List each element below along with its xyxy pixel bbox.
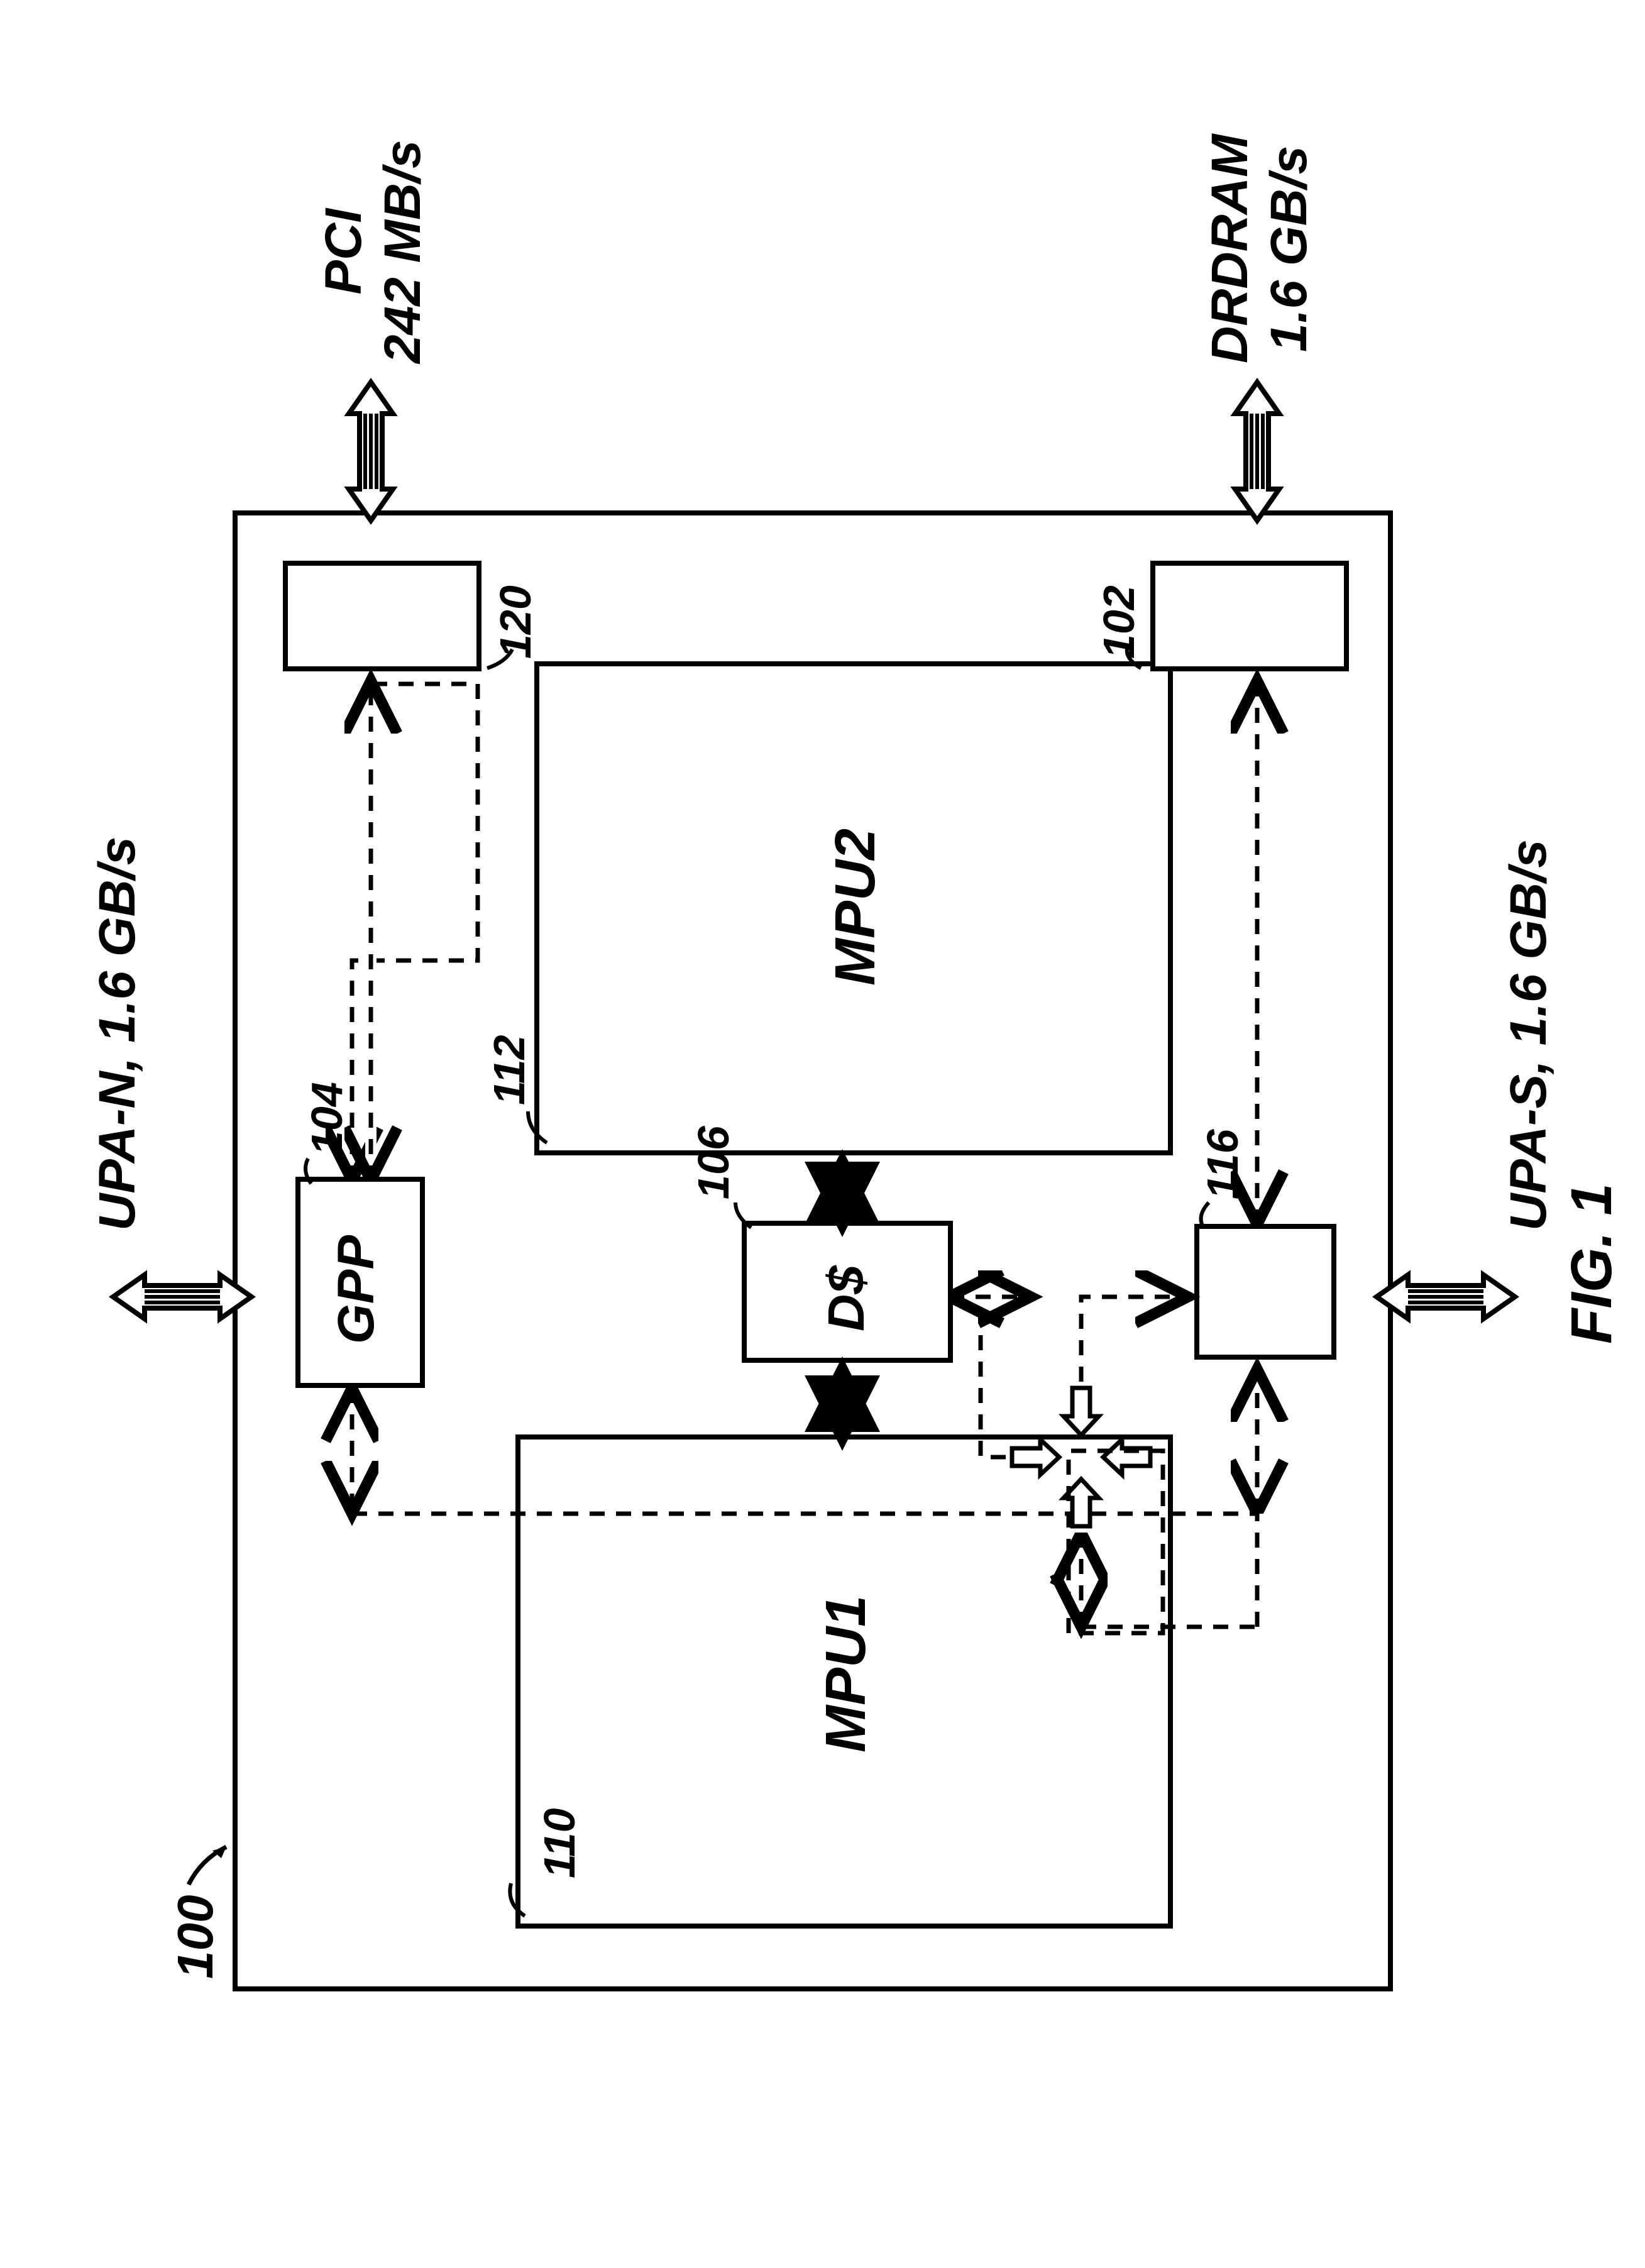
figure-label: FIG. 1: [1559, 1183, 1625, 1344]
drdram-label: DRDRAM 1.6 GB/s: [1201, 135, 1319, 363]
drdram-arrow: [0, 0, 1645, 2268]
